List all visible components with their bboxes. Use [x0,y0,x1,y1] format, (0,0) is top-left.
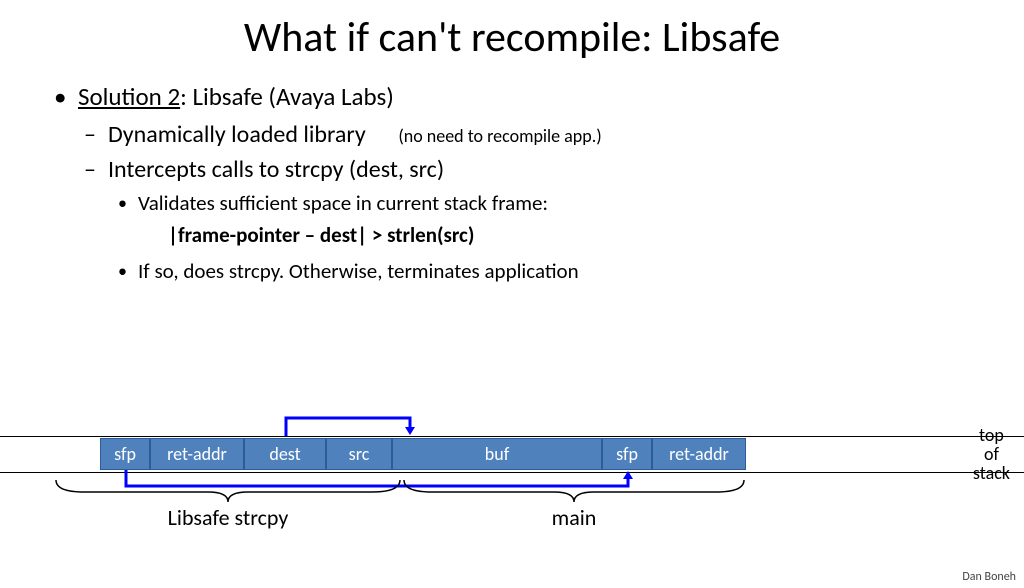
brace-label-libsafe: Libsafe strcpy [54,504,402,531]
top-of-stack-label: top of stack [973,426,1010,483]
cell-buf: buf [392,438,602,470]
bullet-dynamic: Dynamically loaded library (no need to r… [50,120,994,149]
dyn-note: (no need to recompile app.) [398,125,601,147]
sol2-label: Solution 2 [78,81,180,112]
footer-author: Dan Boneh [962,570,1016,584]
bullet-ifso: If so, does strcpy. Otherwise, terminate… [50,258,994,284]
brace-label-main: main [402,504,746,531]
cell-sfp-1: sfp [100,438,150,470]
bullet-validates: Validates sufficient space in current st… [50,190,994,216]
brace-main [402,478,746,504]
formula: |frame-pointer – dest| > strlen(src) [50,222,994,248]
arrow-dest-to-buf [0,412,1024,442]
cell-dest: dest [244,438,326,470]
tos-line3: stack [973,464,1010,483]
cell-src: src [326,438,392,470]
bullet-solution2: Solution 2: Libsafe (Avaya Labs) [50,81,994,112]
cell-retaddr-1: ret-addr [150,438,244,470]
slide-body: Solution 2: Libsafe (Avaya Labs) Dynamic… [0,81,1024,284]
stack-diagram: sfp ret-addr dest src buf sfp ret-addr t… [0,420,1024,560]
sol2-text: : Libsafe (Avaya Labs) [180,81,394,112]
slide-title: What if can't recompile: Libsafe [0,12,1024,63]
brace-libsafe [54,478,402,504]
tos-line2: of [973,445,1010,464]
cell-retaddr-2: ret-addr [652,438,746,470]
dyn-text: Dynamically loaded library [108,120,366,149]
bullet-intercept: Intercepts calls to strcpy (dest, src) [50,155,994,184]
cell-sfp-2: sfp [602,438,652,470]
